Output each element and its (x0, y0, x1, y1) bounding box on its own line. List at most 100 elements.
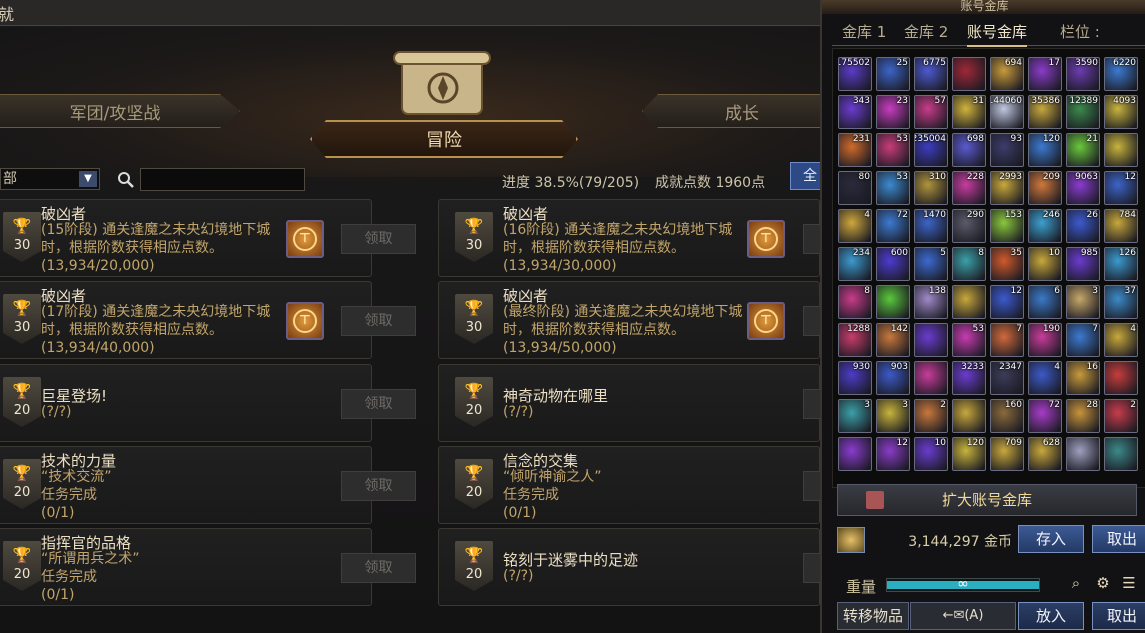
vault-item-slot[interactable]: 2 (914, 399, 948, 433)
vault-item-slot[interactable]: 93 (990, 133, 1024, 167)
vault-item-slot[interactable] (876, 285, 910, 319)
vault-item-slot[interactable]: 4 (838, 209, 872, 243)
claim-button[interactable]: 领取 (341, 553, 416, 583)
vault-item-slot[interactable] (1104, 437, 1138, 471)
vault-item-slot[interactable]: 698 (952, 133, 986, 167)
tab-vault-1[interactable]: 金库 1 (842, 20, 886, 44)
vault-item-slot[interactable]: 903 (876, 361, 910, 395)
vault-item-slot[interactable]: 8 (838, 285, 872, 319)
vault-item-slot[interactable]: 1470 (914, 209, 948, 243)
vault-item-slot[interactable]: 31 (952, 95, 986, 129)
search-icon[interactable]: ⌕ (1067, 574, 1085, 592)
claim-button[interactable] (803, 389, 820, 419)
vault-item-slot[interactable]: 53 (952, 323, 986, 357)
claim-button[interactable]: 领取 (341, 471, 416, 501)
vault-item-slot[interactable]: 235004 (914, 133, 948, 167)
vault-item-slot[interactable]: 10 (1028, 247, 1062, 281)
vault-item-slot[interactable]: 144060 (990, 95, 1024, 129)
claim-all-button[interactable]: 全 (790, 162, 820, 190)
vault-item-slot[interactable] (1104, 361, 1138, 395)
vault-item-slot[interactable]: 53 (876, 171, 910, 205)
vault-item-slot[interactable]: 7 (990, 323, 1024, 357)
vault-item-slot[interactable]: 985 (1066, 247, 1100, 281)
take-out-button[interactable]: 取出 (1092, 602, 1145, 630)
vault-item-slot[interactable]: 6220 (1104, 57, 1138, 91)
tab-legion[interactable]: 军团/攻坚战 (0, 94, 240, 128)
expand-vault-button[interactable]: 扩大账号金库 (837, 484, 1137, 516)
vault-item-slot[interactable]: 190 (1028, 323, 1062, 357)
vault-item-slot[interactable]: 10 (914, 437, 948, 471)
withdraw-button[interactable]: 取出 (1092, 525, 1145, 553)
vault-item-slot[interactable]: 23 (876, 95, 910, 129)
vault-item-slot[interactable]: 6 (1028, 285, 1062, 319)
reward-emblem-icon[interactable]: ⊤ (286, 302, 324, 340)
vault-item-slot[interactable]: 72 (1028, 399, 1062, 433)
vault-item-slot[interactable]: 57 (914, 95, 948, 129)
vault-item-slot[interactable]: 26 (1066, 209, 1100, 243)
vault-item-slot[interactable]: 209 (1028, 171, 1062, 205)
vault-item-slot[interactable]: 234 (838, 247, 872, 281)
vault-item-slot[interactable]: 628 (1028, 437, 1062, 471)
vault-item-slot[interactable]: 694 (990, 57, 1024, 91)
claim-button[interactable]: 领取 (803, 306, 820, 336)
vault-item-slot[interactable] (914, 323, 948, 357)
vault-item-slot[interactable]: 709 (990, 437, 1024, 471)
tab-growth[interactable]: 成长 (642, 94, 820, 128)
vault-item-slot[interactable]: 4 (1104, 323, 1138, 357)
vault-item-slot[interactable]: 2347 (990, 361, 1024, 395)
vault-item-slot[interactable] (1104, 133, 1138, 167)
vault-item-slot[interactable]: 53 (876, 133, 910, 167)
vault-item-slot[interactable]: 310 (914, 171, 948, 205)
vault-item-slot[interactable] (1066, 437, 1100, 471)
vault-item-slot[interactable]: 2993 (990, 171, 1024, 205)
reward-emblem-icon[interactable]: ⊤ (747, 220, 785, 258)
vault-item-slot[interactable]: 3 (876, 399, 910, 433)
vault-item-slot[interactable]: 16 (1066, 361, 1100, 395)
vault-item-slot[interactable]: 28 (1066, 399, 1100, 433)
claim-button[interactable] (803, 471, 820, 501)
vault-item-slot[interactable]: 72 (876, 209, 910, 243)
claim-button[interactable] (803, 553, 820, 583)
vault-item-slot[interactable]: 9063 (1066, 171, 1100, 205)
vault-item-slot[interactable]: 153 (990, 209, 1024, 243)
reward-emblem-icon[interactable]: ⊤ (286, 220, 324, 258)
vault-item-slot[interactable]: 126 (1104, 247, 1138, 281)
vault-item-slot[interactable]: 343 (838, 95, 872, 129)
vault-item-slot[interactable]: 4093 (1104, 95, 1138, 129)
tab-account-vault[interactable]: 账号金库 (967, 20, 1028, 47)
deposit-button[interactable]: 存入 (1018, 525, 1084, 553)
move-to-mail-button[interactable]: ←✉(A) (910, 602, 1016, 630)
vault-item-slot[interactable]: 784 (1104, 209, 1138, 243)
transfer-items-button[interactable]: 转移物品 (837, 602, 909, 630)
vault-item-slot[interactable]: 5 (914, 247, 948, 281)
vault-item-slot[interactable] (952, 57, 986, 91)
tab-vault-2[interactable]: 金库 2 (904, 20, 948, 44)
vault-item-slot[interactable]: 138 (914, 285, 948, 319)
vault-item-slot[interactable]: 37 (1104, 285, 1138, 319)
vault-item-slot[interactable]: 12 (1104, 171, 1138, 205)
search-input[interactable] (140, 168, 305, 191)
vault-item-slot[interactable]: 228 (952, 171, 986, 205)
vault-item-slot[interactable]: 3 (1066, 285, 1100, 319)
vault-item-slot[interactable]: 17 (1028, 57, 1062, 91)
sort-icon[interactable]: ☰ (1120, 574, 1138, 592)
vault-item-slot[interactable]: 290 (952, 209, 986, 243)
vault-item-slot[interactable]: 80 (838, 171, 872, 205)
vault-item-slot[interactable] (914, 361, 948, 395)
claim-button[interactable]: 领取 (341, 389, 416, 419)
vault-item-slot[interactable]: 7 (1066, 323, 1100, 357)
gear-icon[interactable]: ⚙ (1094, 574, 1112, 592)
vault-item-slot[interactable]: 2 (1104, 399, 1138, 433)
vault-item-slot[interactable]: 142 (876, 323, 910, 357)
vault-item-slot[interactable]: 600 (876, 247, 910, 281)
claim-button[interactable]: 领取 (803, 224, 820, 254)
vault-item-slot[interactable] (838, 437, 872, 471)
vault-item-slot[interactable]: 35 (990, 247, 1024, 281)
vault-item-slot[interactable]: 120 (1028, 133, 1062, 167)
category-dropdown[interactable]: 部 ▼ (0, 168, 100, 190)
vault-item-slot[interactable]: 3233 (952, 361, 986, 395)
vault-item-slot[interactable]: 35386 (1028, 95, 1062, 129)
vault-item-slot[interactable]: 8 (952, 247, 986, 281)
vault-item-slot[interactable]: 1288 (838, 323, 872, 357)
vault-item-slot[interactable]: 160 (990, 399, 1024, 433)
